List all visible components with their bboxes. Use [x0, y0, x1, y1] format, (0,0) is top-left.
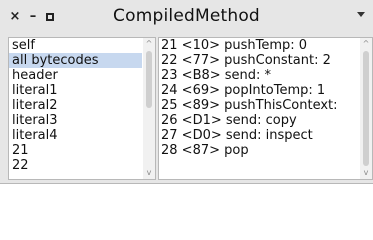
bytecode-line: 21 <10> pushTemp: 0: [161, 38, 308, 53]
field-list-item[interactable]: header: [9, 68, 142, 83]
field-list-pane: self all bytecodes header literal1 literal2 l…: [8, 37, 156, 180]
field-list-item[interactable]: 21: [9, 143, 142, 158]
field-list-item[interactable]: self: [9, 38, 142, 53]
field-list: self all bytecodes header literal1 literal2 l…: [9, 38, 142, 173]
field-list-item[interactable]: all bytecodes: [9, 53, 142, 68]
bytecode-line: 23 <B8> send: *: [161, 68, 272, 83]
scroll-down-icon[interactable]: v: [360, 167, 372, 179]
field-list-item[interactable]: 22: [9, 158, 142, 173]
bytecode-pane: 21 <10> pushTemp: 0 22 <77> pushConstant:…: [158, 37, 373, 180]
field-list-item[interactable]: literal2: [9, 98, 142, 113]
bytecode-line: 24 <69> popIntoTemp: 1: [161, 83, 326, 98]
field-list-item[interactable]: literal3: [9, 113, 142, 128]
evaluator-pane[interactable]: [0, 183, 373, 240]
field-list-item[interactable]: literal4: [9, 128, 142, 143]
scroll-up-icon[interactable]: ^: [360, 38, 372, 50]
scroll-thumb[interactable]: [146, 51, 152, 108]
bytecode-line: 26 <D1> send: copy: [161, 113, 297, 128]
bytecode-line: 28 <87> pop: [161, 143, 249, 158]
window-menu-icon[interactable]: [357, 12, 365, 17]
scroll-thumb[interactable]: [363, 51, 369, 166]
inspector-window: × – CompiledMethod self all bytecodes head…: [0, 0, 373, 240]
bytecode-scrollbar[interactable]: ^ v: [360, 38, 372, 179]
field-list-scrollbar[interactable]: ^ v: [143, 38, 155, 179]
window-title: CompiledMethod: [113, 6, 260, 26]
field-list-item[interactable]: literal1: [9, 83, 142, 98]
title-bar: × – CompiledMethod: [0, 0, 373, 34]
scroll-up-icon[interactable]: ^: [143, 38, 155, 50]
bytecode-line: 25 <89> pushThisContext:: [161, 98, 338, 113]
bytecode-text[interactable]: 21 <10> pushTemp: 0 22 <77> pushConstant:…: [159, 38, 359, 158]
bytecode-line: 27 <D0> send: inspect: [161, 128, 313, 143]
bytecode-line: 22 <77> pushConstant: 2: [161, 53, 331, 68]
scroll-down-icon[interactable]: v: [143, 167, 155, 179]
